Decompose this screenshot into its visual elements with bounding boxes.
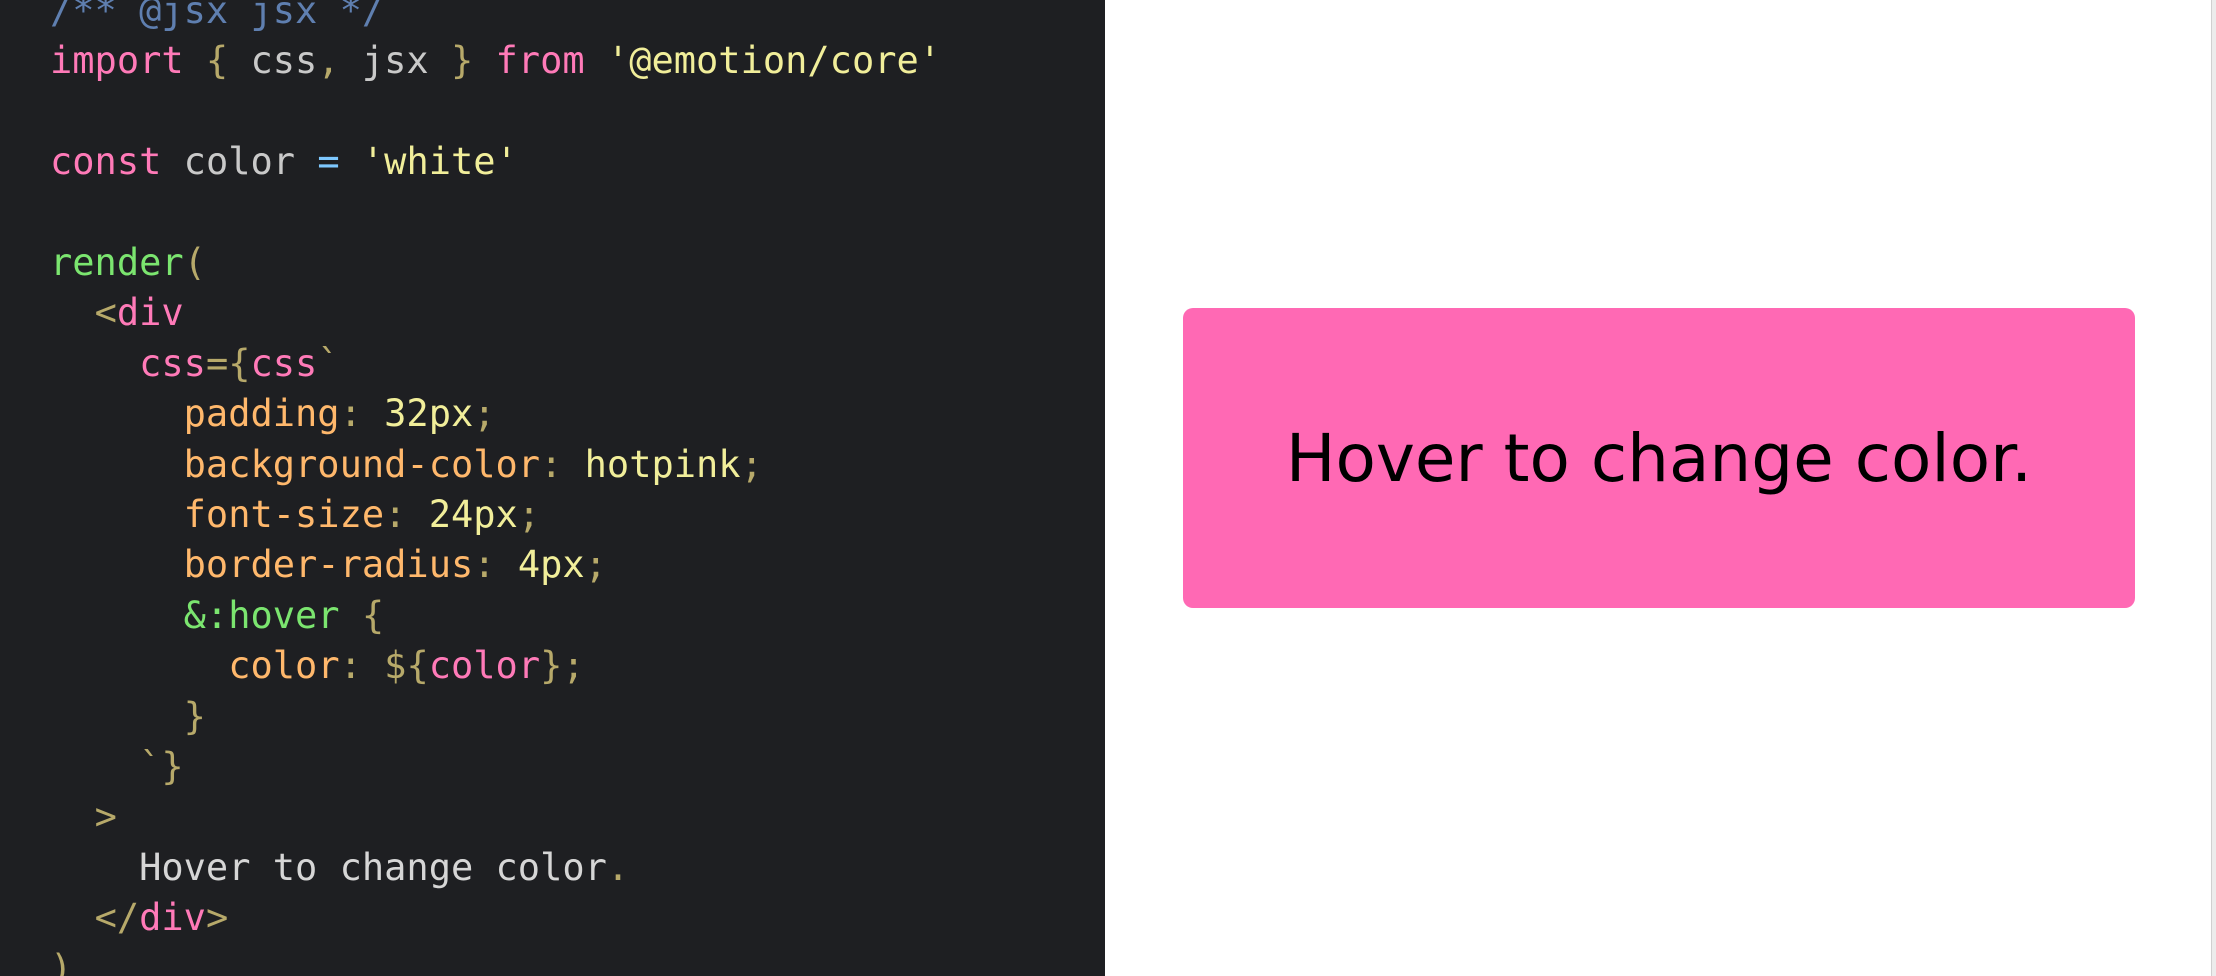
code-line: font-size: 24px; [50, 490, 540, 540]
code-token: from [495, 39, 585, 83]
code-line: &:hover { [50, 591, 385, 641]
code-token: : [540, 442, 585, 486]
code-token: jsx [361, 39, 429, 83]
demo-box-text: Hover to change color. [1285, 419, 2033, 497]
code-token: 24px [428, 493, 518, 536]
code-line: Hover to change color. [50, 843, 629, 893]
code-token: > [94, 795, 117, 839]
code-token: ; [517, 493, 541, 536]
code-token: render [50, 241, 184, 284]
code-token: ; [562, 644, 585, 688]
code-token: div [116, 291, 184, 335]
code-token: color [161, 140, 318, 184]
code-line: ) [50, 944, 72, 976]
code-line: render( [50, 238, 206, 288]
code-token: ( [183, 241, 206, 284]
code-token: &:hover [183, 593, 340, 637]
code-token: : [384, 493, 429, 536]
code-line: border-radius: 4px; [50, 540, 607, 590]
code-token: div [139, 896, 206, 940]
code-editor[interactable]: /** @jsx jsx */ import { css, jsx } from … [0, 0, 1105, 976]
code-token: ) [50, 946, 73, 976]
code-line: color: ${color}; [50, 641, 585, 691]
code-token: : [339, 644, 385, 688]
code-line: css={css` [50, 339, 340, 389]
code-token: ` [317, 341, 340, 385]
code-token: import [50, 39, 184, 83]
code-token: , [317, 39, 362, 83]
code-token: hotpink [584, 442, 741, 486]
code-token: > [205, 896, 229, 940]
code-token: 4px [517, 543, 585, 587]
code-token: /** @jsx jsx */ [50, 0, 385, 32]
preview-scroll-edge [2211, 0, 2216, 976]
code-token: ; [473, 392, 496, 436]
code-token: background-color [183, 442, 541, 486]
code-token: : [339, 392, 385, 436]
code-token: css [250, 39, 318, 83]
code-token: . [606, 845, 630, 889]
code-token: Hover to change color [139, 845, 607, 889]
code-token: font-size [183, 493, 385, 536]
code-line: </div> [50, 893, 229, 943]
code-line: > [50, 792, 117, 842]
code-token: `} [139, 745, 184, 788]
code-line: } [50, 692, 206, 742]
code-token: { [339, 593, 385, 637]
code-token: { [183, 39, 251, 83]
code-line: const color = 'white' [50, 137, 518, 187]
code-token: padding [183, 392, 340, 436]
code-token: ={ [205, 341, 251, 385]
code-token: border-radius [183, 543, 474, 587]
code-token: ; [584, 543, 607, 587]
code-token: ${ [384, 644, 429, 688]
code-token: = [317, 140, 340, 184]
code-token: color [228, 644, 340, 688]
code-line: <div [50, 288, 184, 338]
code-token: } [540, 644, 563, 688]
code-token: css [139, 341, 206, 385]
hover-demo-box[interactable]: Hover to change color. [1183, 308, 2135, 608]
code-token: 32px [384, 392, 474, 436]
code-token: css [250, 341, 318, 385]
code-token: } [183, 694, 206, 738]
code-line: background-color: hotpink; [50, 440, 763, 490]
code-line: /** @jsx jsx */ [50, 0, 384, 36]
code-token: color [428, 644, 541, 688]
code-line: padding: 32px; [50, 389, 496, 439]
code-token: ; [740, 442, 763, 486]
code-line: import { css, jsx } from '@emotion/core' [50, 36, 941, 86]
code-line: `} [50, 742, 184, 792]
code-token: const [50, 140, 162, 184]
code-token: '@emotion/core' [606, 39, 942, 83]
code-token: } [428, 39, 496, 83]
code-token: : [473, 543, 518, 587]
code-token: </ [94, 896, 140, 940]
code-token: < [94, 291, 117, 335]
code-token: 'white' [361, 140, 518, 184]
live-code-demo: /** @jsx jsx */ import { css, jsx } from … [0, 0, 2216, 976]
